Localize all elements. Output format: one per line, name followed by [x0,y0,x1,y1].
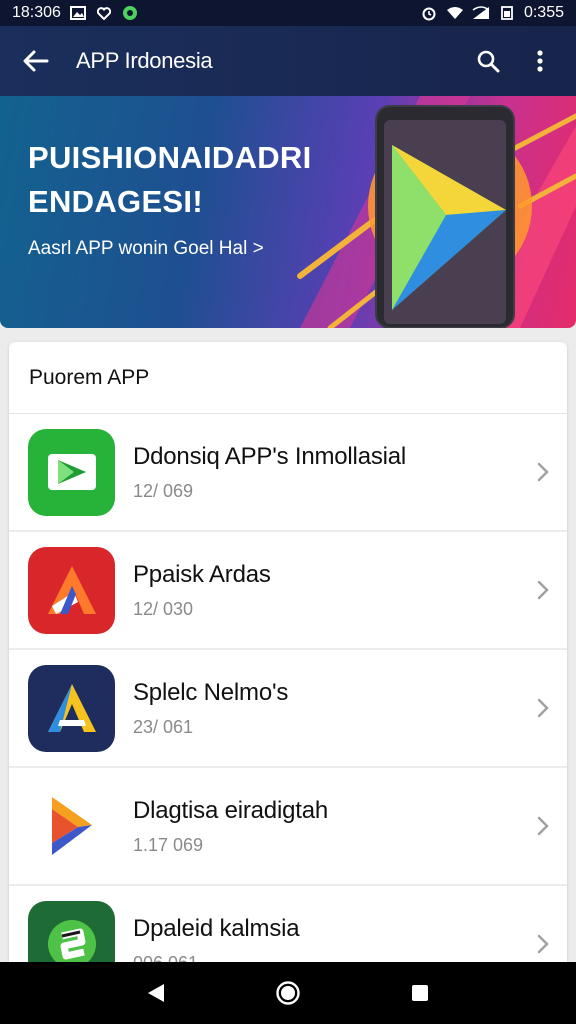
app-list-item[interactable]: Ppaisk Ardas 12/ 030 [9,532,567,650]
section-title: Puorem APP [9,342,567,414]
app-meta: 23/ 061 [133,716,194,737]
app-name: Dlagtisa eiradigtah [133,796,328,824]
app-list-item[interactable]: Splelc Nelmo's 23/ 061 [9,650,567,768]
app-name: Splelc Nelmo's [133,678,289,706]
app-list-card: Puorem APP Ddonsiq APP's Inmollasial 12/… [9,342,567,982]
chevron-right-icon [537,580,549,600]
nav-recents-button[interactable] [396,969,444,1017]
chevron-arrow-icon [28,782,115,870]
nav-back-button[interactable] [132,969,180,1017]
app-name: Ppaisk Ardas [133,560,271,588]
heart-icon [95,5,113,21]
more-vert-icon [537,50,543,72]
green-play-icon [28,428,115,516]
status-bar: 18:306 0:355 [0,0,576,26]
search-button[interactable] [468,41,508,81]
nav-back-icon [148,984,164,1002]
app-meta: 1.17 069 [133,834,204,855]
app-list-item[interactable]: Ddonsiq APP's Inmollasial 12/ 069 [9,414,567,532]
status-clock: 0:355 [523,4,564,21]
app-list-item[interactable]: Dlagtisa eiradigtah 1.17 069 [9,768,567,886]
app-bar: APP Irdonesia [0,26,576,96]
alarm-icon [420,5,438,21]
app-meta: 12/ 069 [133,480,194,501]
navy-a-icon [28,664,115,752]
app-name: Ddonsiq APP's Inmollasial [133,442,407,470]
promo-banner[interactable]: PUISHIONAIDADRI ENDAGESI! Aasrl APP woni… [0,96,576,328]
more-options-button[interactable] [520,41,560,81]
nav-home-icon [276,981,300,1005]
signal-icon [472,5,490,21]
chevron-right-icon [537,934,549,954]
status-time: 18:306 [12,4,61,21]
chevron-right-icon [537,462,549,482]
back-button[interactable] [16,41,56,81]
whatsapp-icon [121,5,139,21]
phone-illustration [375,105,515,328]
banner-title: PUISHIONAIDADRI ENDAGESI! [28,136,312,224]
chevron-right-icon [537,698,549,718]
nav-home-button[interactable] [264,969,312,1017]
page-title: APP Irdonesia [76,48,213,73]
image-icon [69,5,87,21]
search-icon [477,50,500,73]
banner-title-line-1: PUISHIONAIDADRI [28,140,312,175]
wifi-icon [446,5,464,21]
banner-title-line-2: ENDAGESI! [28,184,203,219]
app-meta: 12/ 030 [133,598,194,619]
red-a-icon [28,546,115,634]
system-nav-bar [0,962,576,1024]
chevron-right-icon [537,816,549,836]
battery-icon [498,5,516,21]
arrow-left-icon [23,50,49,72]
app-name: Dpaleid kalmsia [133,914,300,942]
nav-recents-icon [412,985,428,1001]
banner-subtitle-link[interactable]: Aasrl APP wonin Goel Hal > [28,238,264,260]
